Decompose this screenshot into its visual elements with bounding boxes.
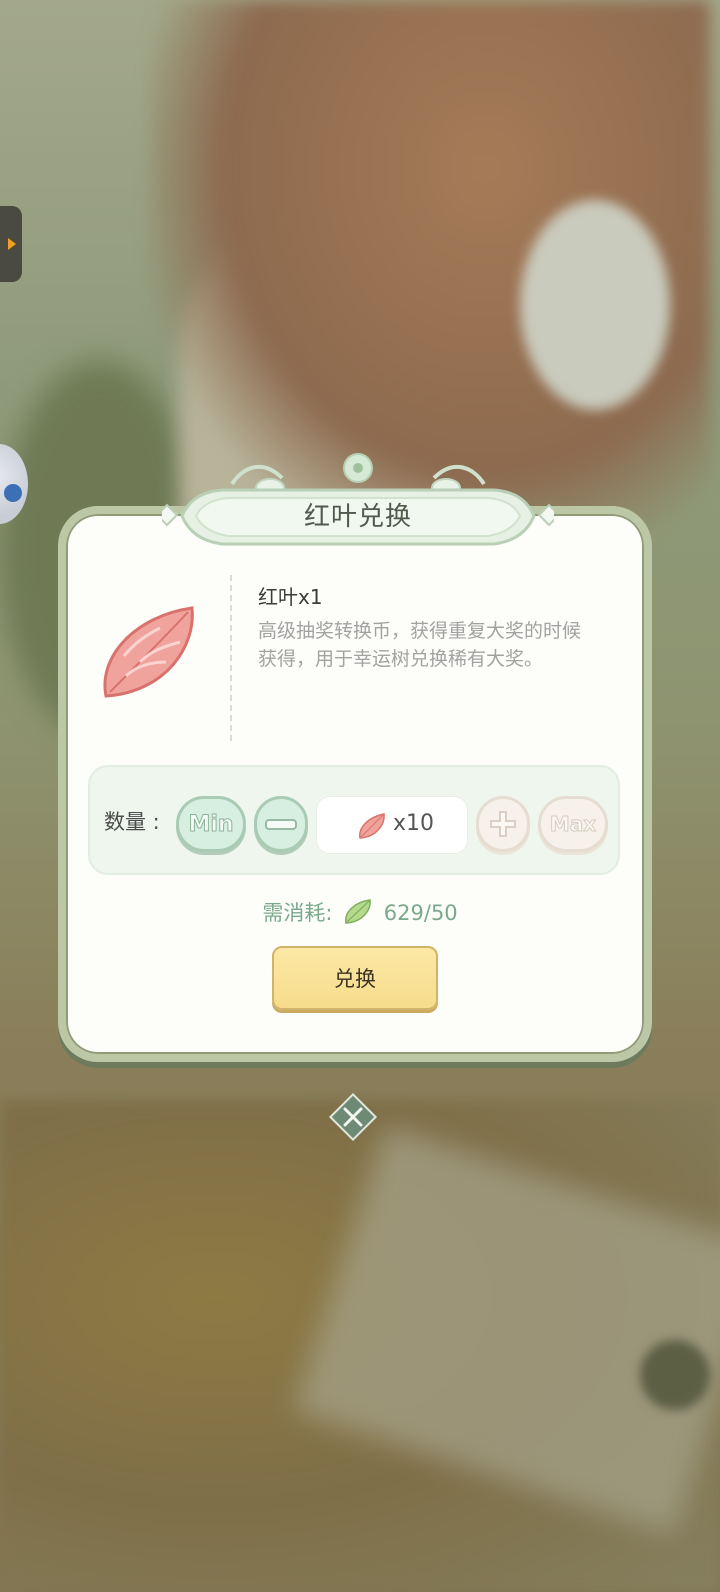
red-leaf-small-icon xyxy=(359,813,385,839)
increase-button[interactable] xyxy=(476,796,530,852)
cost-row: 需消耗: 629/50 xyxy=(0,897,720,927)
side-expand-tab[interactable] xyxy=(0,206,22,282)
item-divider xyxy=(230,575,232,741)
background-window xyxy=(520,200,670,410)
cost-value: 629/50 xyxy=(383,901,458,925)
green-leaf-icon xyxy=(345,899,371,924)
dialog-title: 红叶兑换 xyxy=(303,502,412,532)
cost-label: 需消耗: xyxy=(262,901,333,925)
expand-arrow-icon xyxy=(8,238,16,250)
decrease-button[interactable] xyxy=(254,796,308,852)
item-description: 高级抽奖转换币，获得重复大奖的时候获得，用于幸运树兑换稀有大奖。 xyxy=(258,620,582,670)
max-button[interactable]: Max xyxy=(538,796,608,852)
close-button[interactable] xyxy=(326,1090,380,1144)
title-plate: 红叶兑换 xyxy=(162,448,554,550)
min-button[interactable]: Min xyxy=(176,796,246,852)
plus-icon xyxy=(490,811,516,837)
quantity-value: x10 xyxy=(393,811,435,836)
quantity-field[interactable]: x10 xyxy=(316,796,468,854)
item-name: 红叶x1 xyxy=(258,585,323,609)
avatar-badge-icon xyxy=(4,484,22,502)
background-stump xyxy=(640,1340,710,1410)
red-leaf-icon xyxy=(103,606,194,698)
exchange-button[interactable]: 兑换 xyxy=(272,946,438,1010)
minus-icon xyxy=(265,818,297,830)
quantity-label: 数量 : xyxy=(104,810,160,834)
